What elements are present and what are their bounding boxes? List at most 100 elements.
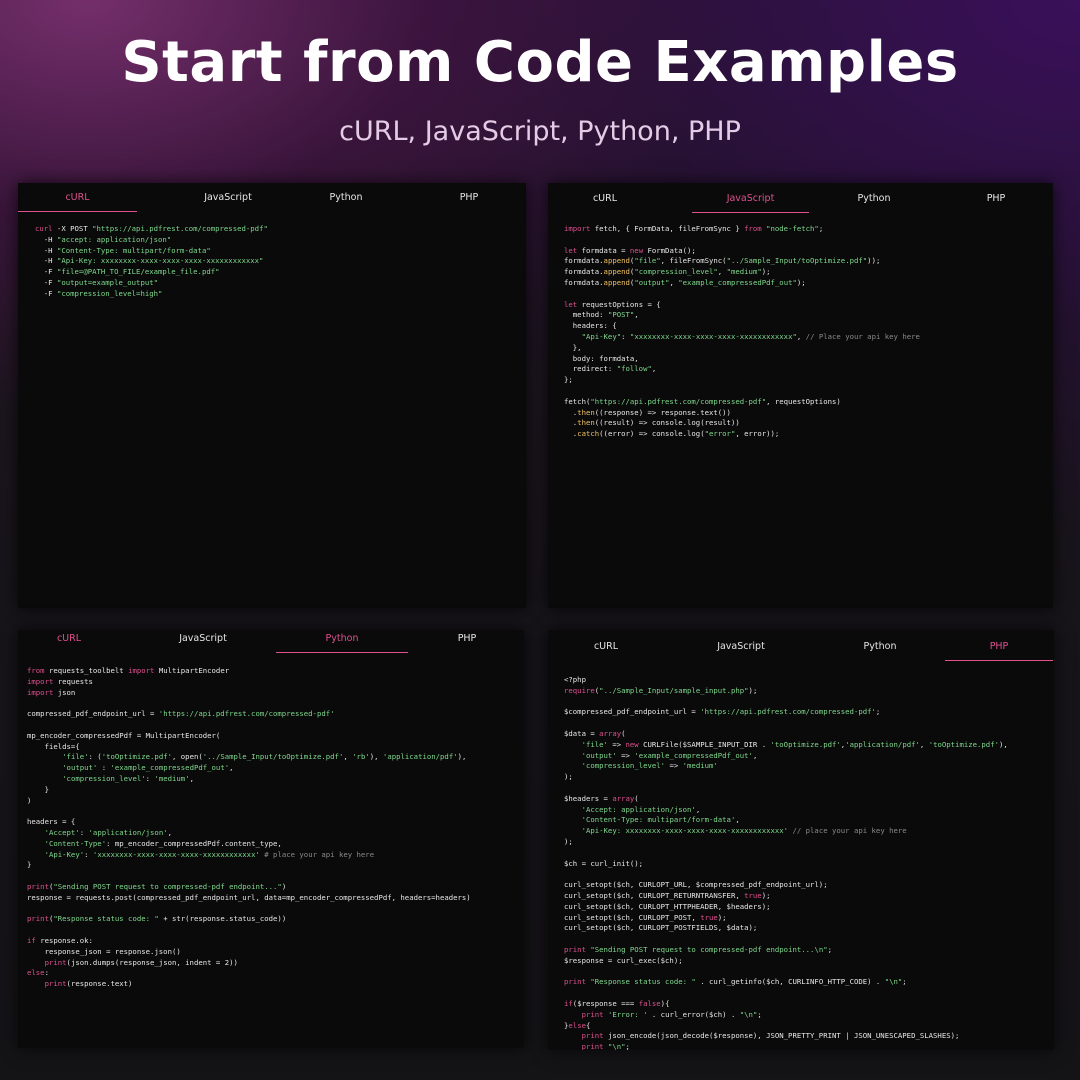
code-line: curl_setopt($ch, CURLOPT_URL, $compresse… bbox=[564, 880, 828, 890]
code-line: } bbox=[27, 860, 32, 870]
tab-curl[interactable]: cURL bbox=[578, 634, 634, 660]
code-line: mp_encoder_compressedPdf = MultipartEnco… bbox=[27, 730, 221, 740]
code-panel-javascript: cURL JavaScript Python PHP import fetch,… bbox=[548, 183, 1053, 608]
tab-php[interactable]: PHP bbox=[977, 186, 1015, 212]
code-line: 'Accept': 'application/json', bbox=[44, 827, 173, 837]
code-line: if($response === false){ bbox=[564, 998, 670, 1008]
page-title: Start from Code Examples bbox=[121, 30, 959, 95]
code-line: print "\n"; bbox=[581, 1042, 630, 1050]
tab-javascript[interactable]: JavaScript bbox=[158, 630, 248, 652]
code-block: from requests_toolbelt import MultipartE… bbox=[27, 666, 471, 990]
code-line: } bbox=[27, 784, 49, 794]
code-line: -F "output=example_output" bbox=[35, 277, 159, 287]
code-line: curl_setopt($ch, CURLOPT_POSTFIELDS, $da… bbox=[564, 923, 758, 933]
code-line: }; bbox=[564, 375, 573, 385]
code-line: <?php bbox=[564, 675, 586, 684]
code-line: 'Content-Type: multipart/form-data', bbox=[581, 815, 740, 825]
tab-javascript[interactable]: JavaScript bbox=[165, 185, 291, 211]
language-tabs: cURL JavaScript Python PHP bbox=[548, 634, 1054, 662]
code-line: curl -X POST "https://api.pdfrest.com/co… bbox=[35, 224, 268, 233]
tab-python[interactable]: Python bbox=[844, 186, 904, 212]
language-tabs: cURL JavaScript Python PHP bbox=[18, 185, 526, 213]
code-line: curl_setopt($ch, CURLOPT_POST, true); bbox=[564, 912, 727, 922]
tab-javascript[interactable]: JavaScript bbox=[692, 186, 809, 213]
code-line: response = requests.post(compressed_pdf_… bbox=[27, 892, 471, 902]
code-line: import requests bbox=[27, 676, 93, 686]
code-line: -H "Api-Key: xxxxxxxx-xxxx-xxxx-xxxx-xxx… bbox=[35, 256, 264, 266]
code-line: }else{ bbox=[564, 1020, 591, 1030]
code-line: -H "Content-Type: multipart/form-data" bbox=[35, 245, 211, 255]
language-tabs: cURL JavaScript Python PHP bbox=[548, 186, 1053, 214]
code-line: -F "compression_level=high" bbox=[35, 288, 163, 298]
code-line: fetch("https://api.pdfrest.com/compresse… bbox=[564, 396, 841, 406]
code-line: -H "accept: application/json" bbox=[35, 234, 172, 244]
code-line: 'Content-Type': mp_encoder_compressedPdf… bbox=[44, 838, 282, 848]
code-line: print(json.dumps(response_json, indent =… bbox=[44, 957, 238, 967]
page-subtitle: cURL, JavaScript, Python, PHP bbox=[339, 116, 741, 147]
code-line: -F "file=@PATH_TO_FILE/example_file.pdf" bbox=[35, 267, 220, 277]
code-line: method: "POST", bbox=[564, 310, 639, 320]
code-line: let formdata = new FormData(); bbox=[564, 245, 696, 255]
code-line: import fetch, { FormData, fileFromSync }… bbox=[564, 224, 824, 233]
tab-python[interactable]: Python bbox=[308, 185, 384, 211]
code-line: 'file' => new CURLFile($SAMPLE_INPUT_DIR… bbox=[581, 739, 1008, 749]
code-line: formdata.append("file", fileFromSync("..… bbox=[564, 256, 881, 266]
tab-php[interactable]: PHP bbox=[945, 634, 1053, 661]
tab-curl[interactable]: cURL bbox=[44, 630, 94, 652]
code-line: redirect: "follow", bbox=[564, 364, 657, 374]
tab-curl[interactable]: cURL bbox=[18, 185, 137, 212]
code-line: 'output' : 'example_compressedPdf_out', bbox=[62, 763, 234, 773]
code-line: print "Sending POST request to compresse… bbox=[564, 944, 833, 954]
code-block: import fetch, { FormData, fileFromSync }… bbox=[564, 224, 920, 440]
code-line: curl_setopt($ch, CURLOPT_HTTPHEADER, $he… bbox=[564, 901, 771, 911]
code-line: "Api-Key": "xxxxxxxx-xxxx-xxxx-xxxx-xxxx… bbox=[581, 331, 920, 341]
code-line: 'compression_level': 'medium', bbox=[62, 773, 194, 783]
code-line: headers = { bbox=[27, 817, 76, 827]
code-line: print("Sending POST request to compresse… bbox=[27, 881, 287, 891]
code-line: print json_encode(json_decode($response)… bbox=[581, 1031, 960, 1041]
code-line: headers: { bbox=[564, 321, 617, 331]
tab-php[interactable]: PHP bbox=[448, 185, 490, 211]
code-line: print(response.text) bbox=[44, 979, 133, 989]
code-line: body: formdata, bbox=[564, 353, 639, 363]
code-line: 'file': ('toOptimize.pdf', open('../Samp… bbox=[62, 752, 467, 762]
code-line: $response = curl_exec($ch); bbox=[564, 955, 683, 965]
tab-python[interactable]: Python bbox=[276, 630, 408, 653]
code-line: let requestOptions = { bbox=[564, 299, 661, 309]
code-line: print("Response status code: " + str(res… bbox=[27, 914, 287, 924]
code-block: curl -X POST "https://api.pdfrest.com/co… bbox=[35, 224, 268, 300]
code-line: ) bbox=[27, 795, 32, 805]
code-line: formdata.append("compression_level", "me… bbox=[564, 267, 771, 277]
code-line: 'Api-Key: xxxxxxxx-xxxx-xxxx-xxxx-xxxxxx… bbox=[581, 826, 907, 836]
code-panel-python: cURL JavaScript Python PHP from requests… bbox=[18, 630, 524, 1048]
code-line: 'Api-Key': 'xxxxxxxx-xxxx-xxxx-xxxx-xxxx… bbox=[44, 849, 375, 859]
code-line: curl_setopt($ch, CURLOPT_RETURNTRANSFER,… bbox=[564, 890, 771, 900]
code-panel-curl: cURL JavaScript Python PHP curl -X POST … bbox=[18, 183, 526, 608]
code-line: ); bbox=[564, 836, 573, 846]
code-line: 'output' => 'example_compressedPdf_out', bbox=[581, 750, 758, 760]
tab-curl[interactable]: cURL bbox=[578, 186, 632, 212]
tab-php[interactable]: PHP bbox=[448, 630, 486, 652]
code-line: .then((response) => response.text()) bbox=[564, 407, 731, 417]
code-line: ); bbox=[564, 772, 573, 782]
code-line: .catch((error) => console.log("error", e… bbox=[564, 429, 780, 439]
code-panel-php: cURL JavaScript Python PHP <?php require(… bbox=[548, 630, 1054, 1050]
tab-python[interactable]: Python bbox=[846, 634, 914, 660]
tab-javascript[interactable]: JavaScript bbox=[698, 634, 784, 660]
